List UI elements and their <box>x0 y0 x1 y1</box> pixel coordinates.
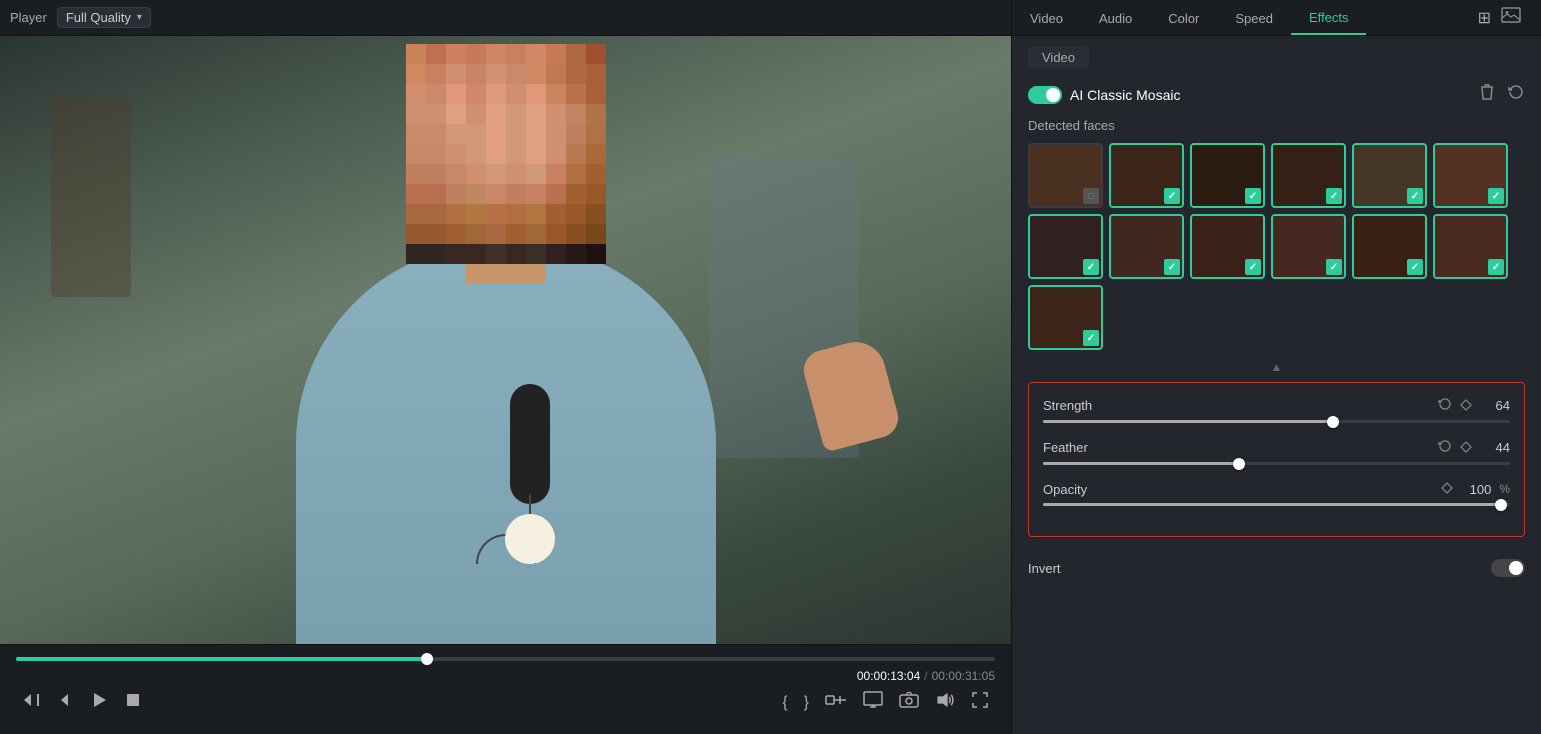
current-time: 00:00:13:04 <box>857 669 920 683</box>
opacity-slider[interactable] <box>1043 503 1510 506</box>
face-thumb-9[interactable] <box>1190 214 1265 279</box>
quality-label: Full Quality <box>66 10 131 25</box>
invert-toggle[interactable] <box>1491 559 1525 577</box>
face-thumb-6[interactable] <box>1433 143 1508 208</box>
opacity-keyframe-icon[interactable] <box>1441 481 1453 497</box>
fullscreen-button[interactable] <box>965 689 995 716</box>
stop-button[interactable] <box>118 689 148 716</box>
tab-color[interactable]: Color <box>1150 3 1217 34</box>
face-thumb-3[interactable] <box>1190 143 1265 208</box>
face-thumb-12[interactable] <box>1433 214 1508 279</box>
effect-name: AI Classic Mosaic <box>1070 87 1180 103</box>
strength-value: 64 <box>1480 398 1510 413</box>
step-back-button[interactable] <box>16 689 46 716</box>
reset-effect-icon[interactable] <box>1507 83 1525 106</box>
invert-label: Invert <box>1028 561 1061 576</box>
play-button[interactable] <box>84 689 114 716</box>
total-time: 00:00:31:05 <box>932 669 995 683</box>
invert-row: Invert <box>1028 551 1525 577</box>
tab-audio[interactable]: Audio <box>1081 3 1150 34</box>
strength-row: Strength 64 <box>1043 397 1510 423</box>
camera-button[interactable] <box>893 689 925 716</box>
sub-tab-video[interactable]: Video <box>1028 46 1089 69</box>
opacity-thumb[interactable] <box>1495 499 1507 511</box>
bracket-close-button[interactable]: } <box>798 692 815 714</box>
monitor-button[interactable] <box>857 689 889 716</box>
effect-toggle[interactable] <box>1028 86 1062 104</box>
settings-panel: Strength 64 <box>1028 382 1525 537</box>
face-thumb-11[interactable] <box>1352 214 1427 279</box>
opacity-label: Opacity <box>1043 482 1087 497</box>
opacity-value: 100 <box>1461 482 1491 497</box>
tab-speed[interactable]: Speed <box>1217 3 1291 34</box>
strength-thumb[interactable] <box>1327 416 1339 428</box>
effect-header: AI Classic Mosaic <box>1028 83 1525 106</box>
opacity-row: Opacity 100 % <box>1043 481 1510 506</box>
face-thumb-4[interactable] <box>1271 143 1346 208</box>
opacity-unit: % <box>1499 482 1510 496</box>
progress-track[interactable] <box>16 657 995 661</box>
face-thumb-2[interactable] <box>1109 143 1184 208</box>
quality-selector[interactable]: Full Quality ▾ <box>57 7 151 28</box>
face-thumb-8[interactable] <box>1109 214 1184 279</box>
detected-faces-label: Detected faces <box>1028 118 1525 133</box>
bracket-open-button[interactable]: { <box>776 692 793 714</box>
feather-label: Feather <box>1043 440 1088 455</box>
delete-effect-icon[interactable] <box>1479 83 1495 106</box>
face-thumb-7[interactable] <box>1028 214 1103 279</box>
chevron-down-icon: ▾ <box>137 12 142 23</box>
collapse-indicator[interactable]: ▲ <box>1028 360 1525 374</box>
feather-value: 44 <box>1480 440 1510 455</box>
progress-thumb[interactable] <box>421 653 433 665</box>
feather-keyframe-icon[interactable] <box>1460 440 1472 456</box>
tab-video[interactable]: Video <box>1012 3 1081 34</box>
face-thumb-13[interactable] <box>1028 285 1103 350</box>
play-prev-button[interactable] <box>50 689 80 716</box>
face-thumb-1[interactable]: □ <box>1028 143 1103 208</box>
strength-reset-icon[interactable] <box>1438 397 1452 414</box>
feather-thumb[interactable] <box>1233 458 1245 470</box>
player-label: Player <box>0 10 57 25</box>
strength-keyframe-icon[interactable] <box>1460 398 1472 414</box>
time-separator: / <box>924 669 927 683</box>
strength-slider[interactable] <box>1043 420 1510 423</box>
face-thumb-10[interactable] <box>1271 214 1346 279</box>
face-thumb-5[interactable] <box>1352 143 1427 208</box>
tab-effects[interactable]: Effects <box>1291 2 1367 35</box>
feather-slider[interactable] <box>1043 462 1510 465</box>
feather-reset-icon[interactable] <box>1438 439 1452 456</box>
strength-label: Strength <box>1043 398 1092 413</box>
volume-button[interactable] <box>929 689 961 716</box>
trim-button[interactable] <box>819 689 853 716</box>
feather-row: Feather 44 <box>1043 439 1510 465</box>
